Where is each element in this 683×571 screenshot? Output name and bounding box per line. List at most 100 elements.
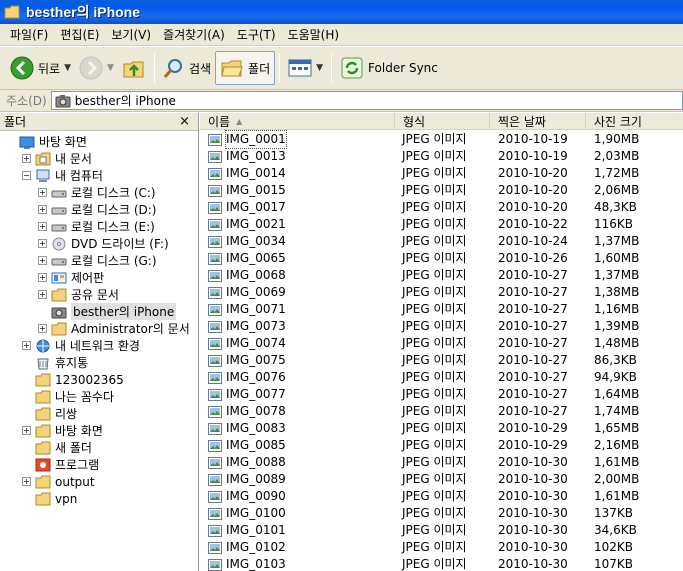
file-row[interactable]: IMG_0001 JPEG 이미지 2010-10-19 1,90MB: [200, 130, 683, 149]
file-row[interactable]: IMG_0103 JPEG 이미지 2010-10-30 107KB: [200, 556, 683, 571]
menu-help[interactable]: 도움말(H): [282, 26, 346, 43]
tree-item[interactable]: + 공유 문서: [38, 286, 119, 303]
search-button[interactable]: 검색: [159, 51, 215, 85]
tree-item[interactable]: + 제어판: [38, 269, 104, 286]
file-row[interactable]: IMG_0076 JPEG 이미지 2010-10-27 94,9KB: [200, 369, 683, 386]
back-dropdown-icon[interactable]: ▼: [64, 63, 71, 73]
file-name-cell[interactable]: IMG_0088: [208, 454, 286, 471]
file-name-cell[interactable]: IMG_0077: [208, 386, 286, 403]
menu-edit[interactable]: 편집(E): [54, 26, 105, 43]
file-name-cell[interactable]: IMG_0076: [208, 369, 286, 386]
file-row[interactable]: IMG_0074 JPEG 이미지 2010-10-27 1,48MB: [200, 335, 683, 352]
tree-item[interactable]: + 바탕 화면: [22, 422, 103, 439]
tree-item[interactable]: + 로컬 디스크 (E:): [38, 218, 155, 235]
file-name-cell[interactable]: IMG_0014: [208, 165, 286, 182]
expand-icon[interactable]: +: [38, 188, 47, 197]
address-field[interactable]: besther의 iPhone: [50, 91, 683, 110]
folder-sync-button[interactable]: Folder Sync: [336, 51, 442, 85]
file-row[interactable]: IMG_0068 JPEG 이미지 2010-10-27 1,37MB: [200, 267, 683, 284]
tree-item[interactable]: + 로컬 디스크 (C:): [38, 184, 156, 201]
tree-item[interactable]: 프로그램: [22, 456, 99, 473]
file-row[interactable]: IMG_0083 JPEG 이미지 2010-10-29 1,65MB: [200, 420, 683, 437]
file-name-cell[interactable]: IMG_0078: [208, 403, 286, 420]
tree-item[interactable]: + 로컬 디스크 (D:): [38, 201, 156, 218]
tree-item[interactable]: 리쌍: [22, 405, 77, 422]
tree-item[interactable]: + 로컬 디스크 (G:): [38, 252, 157, 269]
file-row[interactable]: IMG_0075 JPEG 이미지 2010-10-27 86,3KB: [200, 352, 683, 369]
file-name-cell[interactable]: IMG_0015: [208, 182, 286, 199]
file-row[interactable]: IMG_0017 JPEG 이미지 2010-10-20 48,3KB: [200, 199, 683, 216]
file-row[interactable]: IMG_0014 JPEG 이미지 2010-10-20 1,72MB: [200, 165, 683, 182]
up-button[interactable]: [118, 51, 150, 85]
file-name-cell[interactable]: IMG_0034: [208, 233, 286, 250]
file-name-cell[interactable]: IMG_0068: [208, 267, 286, 284]
file-name-cell[interactable]: IMG_0102: [208, 539, 286, 556]
file-name-cell[interactable]: IMG_0075: [208, 352, 286, 369]
column-size[interactable]: 사진 크기: [586, 113, 683, 130]
title-bar[interactable]: besther의 iPhone: [0, 0, 683, 24]
tree-item[interactable]: 123002365: [22, 371, 124, 388]
close-icon[interactable]: ×: [179, 114, 190, 129]
file-name-cell[interactable]: IMG_0017: [208, 199, 286, 216]
expand-icon[interactable]: +: [22, 154, 31, 163]
file-row[interactable]: IMG_0065 JPEG 이미지 2010-10-26 1,60MB: [200, 250, 683, 267]
file-row[interactable]: IMG_0100 JPEG 이미지 2010-10-30 137KB: [200, 505, 683, 522]
file-name-cell[interactable]: IMG_0071: [208, 301, 286, 318]
file-name-cell[interactable]: IMG_0100: [208, 505, 286, 522]
menu-file[interactable]: 파일(F): [4, 26, 54, 43]
file-row[interactable]: IMG_0102 JPEG 이미지 2010-10-30 102KB: [200, 539, 683, 556]
collapse-icon[interactable]: −: [22, 171, 31, 180]
column-name[interactable]: 이름 ▲: [200, 113, 395, 130]
forward-dropdown-icon[interactable]: ▼: [107, 63, 114, 73]
expand-icon[interactable]: +: [22, 426, 31, 435]
file-row[interactable]: IMG_0013 JPEG 이미지 2010-10-19 2,03MB: [200, 148, 683, 165]
file-row[interactable]: IMG_0073 JPEG 이미지 2010-10-27 1,39MB: [200, 318, 683, 335]
file-row[interactable]: IMG_0090 JPEG 이미지 2010-10-30 1,61MB: [200, 488, 683, 505]
tree-item[interactable]: 새 폴더: [22, 439, 92, 456]
file-row[interactable]: IMG_0071 JPEG 이미지 2010-10-27 1,16MB: [200, 301, 683, 318]
file-row[interactable]: IMG_0077 JPEG 이미지 2010-10-27 1,64MB: [200, 386, 683, 403]
expand-icon[interactable]: +: [22, 341, 31, 350]
tree-item[interactable]: + Administrator의 문서: [38, 320, 190, 337]
menu-view[interactable]: 보기(V): [105, 26, 157, 43]
file-row[interactable]: IMG_0101 JPEG 이미지 2010-10-30 34,6KB: [200, 522, 683, 539]
tree-item[interactable]: + DVD 드라이브 (F:): [38, 235, 169, 252]
column-type[interactable]: 형식: [395, 113, 490, 130]
file-name-cell[interactable]: IMG_0001: [208, 130, 287, 149]
menu-favorites[interactable]: 즐겨찾기(A): [157, 26, 231, 43]
file-name-cell[interactable]: IMG_0085: [208, 437, 286, 454]
tree-item[interactable]: + 내 네트워크 환경: [22, 337, 140, 354]
expand-icon[interactable]: +: [38, 324, 47, 333]
tree-item[interactable]: − 내 컴퓨터: [22, 167, 103, 184]
file-row[interactable]: IMG_0089 JPEG 이미지 2010-10-30 2,00MB: [200, 471, 683, 488]
folders-button[interactable]: 폴더: [215, 51, 276, 85]
expand-icon[interactable]: +: [38, 205, 47, 214]
file-name-cell[interactable]: IMG_0073: [208, 318, 286, 335]
forward-button[interactable]: ▼: [75, 51, 118, 85]
back-button[interactable]: 뒤로 ▼: [6, 51, 75, 85]
expand-icon[interactable]: +: [38, 290, 47, 299]
tree-item[interactable]: vpn: [22, 490, 77, 507]
file-row[interactable]: IMG_0034 JPEG 이미지 2010-10-24 1,37MB: [200, 233, 683, 250]
column-date[interactable]: 찍은 날짜: [490, 113, 586, 130]
file-name-cell[interactable]: IMG_0074: [208, 335, 286, 352]
file-row[interactable]: IMG_0015 JPEG 이미지 2010-10-20 2,06MB: [200, 182, 683, 199]
views-dropdown-icon[interactable]: ▼: [316, 63, 323, 73]
file-row[interactable]: IMG_0069 JPEG 이미지 2010-10-27 1,38MB: [200, 284, 683, 301]
file-name-cell[interactable]: IMG_0069: [208, 284, 286, 301]
file-name-cell[interactable]: IMG_0083: [208, 420, 286, 437]
file-row[interactable]: IMG_0021 JPEG 이미지 2010-10-22 116KB: [200, 216, 683, 233]
expand-icon[interactable]: +: [38, 239, 47, 248]
tree-item[interactable]: + output: [22, 473, 95, 490]
expand-icon[interactable]: +: [22, 477, 31, 486]
file-row[interactable]: IMG_0085 JPEG 이미지 2010-10-29 2,16MB: [200, 437, 683, 454]
expand-icon[interactable]: +: [38, 256, 47, 265]
views-button[interactable]: ▼: [284, 51, 327, 85]
file-name-cell[interactable]: IMG_0101: [208, 522, 286, 539]
file-name-cell[interactable]: IMG_0103: [208, 556, 286, 571]
menu-tools[interactable]: 도구(T): [231, 26, 282, 43]
file-name-cell[interactable]: IMG_0090: [208, 488, 286, 505]
file-name-cell[interactable]: IMG_0065: [208, 250, 286, 267]
tree-item[interactable]: + 내 문서: [22, 150, 92, 167]
file-name-cell[interactable]: IMG_0089: [208, 471, 286, 488]
